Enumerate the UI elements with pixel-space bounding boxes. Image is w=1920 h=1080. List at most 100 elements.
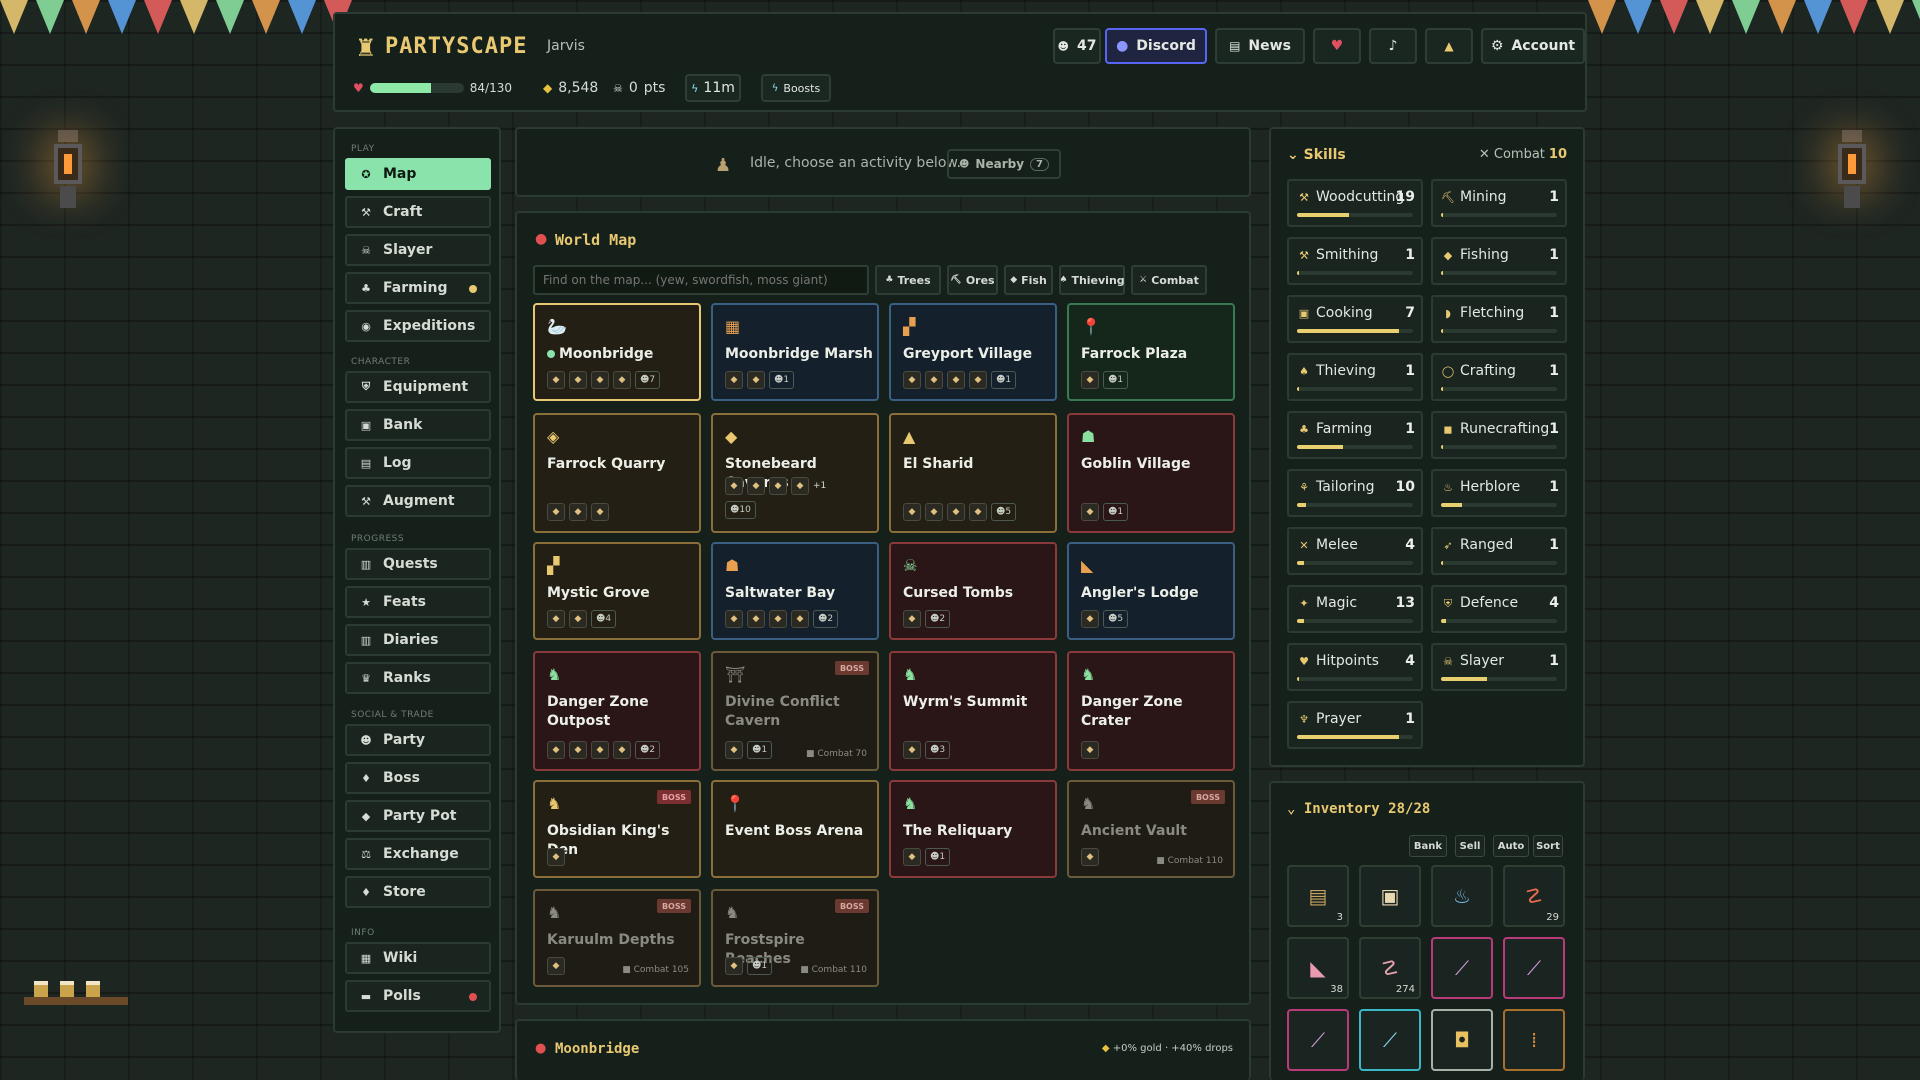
activity-tag-icon[interactable]: ◆ bbox=[547, 741, 565, 759]
skill-farming[interactable]: ♣ Farming 1 bbox=[1287, 411, 1423, 459]
activity-tag-icon[interactable]: ◆ bbox=[547, 610, 565, 628]
filter-thieving[interactable]: ♠ Thieving bbox=[1059, 265, 1125, 295]
activity-tag-icon[interactable]: ◆ bbox=[569, 503, 587, 521]
activity-tag-icon[interactable]: ◆ bbox=[769, 477, 787, 495]
nav-item-exchange[interactable]: ⚖ Exchange bbox=[345, 838, 491, 870]
skill-tailoring[interactable]: ⚘ Tailoring 10 bbox=[1287, 469, 1423, 517]
nav-item-equipment[interactable]: ⛨ Equipment bbox=[345, 371, 491, 403]
map-location-card[interactable]: ◣ Angler's Lodge ◆ ☻ 5 bbox=[1067, 542, 1235, 640]
favorite-button[interactable]: ♥ bbox=[1313, 28, 1361, 64]
activity-tag-icon[interactable]: ◆ bbox=[613, 741, 631, 759]
notifications-button[interactable]: ▲ bbox=[1425, 28, 1473, 64]
map-location-card[interactable]: ☗ Saltwater Bay ◆ ◆ ◆ ◆ ☻ 2 bbox=[711, 542, 879, 640]
filter-fish[interactable]: ◆ Fish bbox=[1004, 265, 1053, 295]
activity-tag-icon[interactable]: ◆ bbox=[925, 371, 943, 389]
skill-woodcutting[interactable]: ⚒ Woodcutting 19 bbox=[1287, 179, 1423, 227]
online-count-button[interactable]: ☻ 47 bbox=[1053, 28, 1101, 64]
news-button[interactable]: ▤ News bbox=[1215, 28, 1305, 64]
account-button[interactable]: ⚙ Account bbox=[1481, 28, 1585, 64]
inventory-header[interactable]: ⌄ Inventory 28/28 bbox=[1287, 801, 1430, 817]
activity-tag-icon[interactable]: ◆ bbox=[747, 610, 765, 628]
inventory-slot[interactable]: ♨ bbox=[1431, 865, 1493, 927]
map-location-card[interactable]: ♞ Danger Zone Crater ◆ bbox=[1067, 651, 1235, 771]
activity-tag-icon[interactable]: ◆ bbox=[725, 957, 743, 975]
map-location-card[interactable]: ▲ El Sharid ◆ ◆ ◆ ◆ ☻ 5 bbox=[889, 413, 1057, 533]
activity-tag-icon[interactable]: ◆ bbox=[747, 477, 765, 495]
skill-slayer[interactable]: ☠ Slayer 1 bbox=[1431, 643, 1567, 691]
activity-tag-icon[interactable]: ◆ bbox=[1081, 610, 1099, 628]
skill-defence[interactable]: ⛨ Defence 4 bbox=[1431, 585, 1567, 633]
activity-tag-icon[interactable]: ◆ bbox=[725, 371, 743, 389]
skill-fishing[interactable]: ◆ Fishing 1 bbox=[1431, 237, 1567, 285]
skill-hitpoints[interactable]: ♥ Hitpoints 4 bbox=[1287, 643, 1423, 691]
activity-tag-icon[interactable]: ◆ bbox=[791, 477, 809, 495]
activity-tag-icon[interactable]: ◆ bbox=[569, 371, 587, 389]
nav-item-feats[interactable]: ★ Feats bbox=[345, 586, 491, 618]
inventory-sell-button[interactable]: Sell bbox=[1455, 835, 1485, 857]
activity-tag-icon[interactable]: ◆ bbox=[903, 503, 921, 521]
activity-tag-icon[interactable]: ◆ bbox=[1081, 503, 1099, 521]
activity-tag-icon[interactable]: ◆ bbox=[725, 741, 743, 759]
activity-tag-icon[interactable]: ◆ bbox=[1081, 741, 1099, 759]
map-location-card[interactable]: ♞ The Reliquary ◆ ☻ 1 bbox=[889, 780, 1057, 878]
activity-tag-icon[interactable]: ◆ bbox=[547, 503, 565, 521]
activity-tag-icon[interactable]: ◆ bbox=[925, 503, 943, 521]
map-location-card[interactable]: ▞ Mystic Grove ◆ ◆ ☻ 4 bbox=[533, 542, 701, 640]
nav-item-quests[interactable]: ▥ Quests bbox=[345, 548, 491, 580]
inventory-slot[interactable]: ▣ bbox=[1359, 865, 1421, 927]
activity-tag-icon[interactable]: ◆ bbox=[547, 848, 565, 866]
map-location-card[interactable]: ◆Stonebeard Caverns◆◆◆◆+1☻ 10 bbox=[711, 413, 879, 533]
skill-mining[interactable]: ⛏ Mining 1 bbox=[1431, 179, 1567, 227]
music-button[interactable]: ♪ bbox=[1369, 28, 1417, 64]
filter-combat[interactable]: ⚔ Combat bbox=[1131, 265, 1207, 295]
inventory-sort-button[interactable]: Sort bbox=[1533, 835, 1563, 857]
activity-tag-icon[interactable]: ◆ bbox=[903, 848, 921, 866]
inventory-slot[interactable]: ⁞ bbox=[1503, 1009, 1565, 1071]
map-location-card[interactable]: ▦ Moonbridge Marsh ◆ ◆ ☻ 1 bbox=[711, 303, 879, 401]
activity-tag-icon[interactable]: ◆ bbox=[569, 610, 587, 628]
activity-tag-icon[interactable]: ◆ bbox=[613, 371, 631, 389]
skills-header[interactable]: ⌄ Skills bbox=[1287, 147, 1346, 163]
activity-tag-icon[interactable]: ◆ bbox=[947, 503, 965, 521]
boosts-button[interactable]: ϟ Boosts bbox=[761, 74, 831, 102]
filter-trees[interactable]: ♣ Trees bbox=[875, 265, 941, 295]
map-location-card[interactable]: ▞ Greyport Village ◆ ◆ ◆ ◆ ☻ 1 bbox=[889, 303, 1057, 401]
nav-item-diaries[interactable]: ▥ Diaries bbox=[345, 624, 491, 656]
nav-item-augment[interactable]: ⚒ Augment bbox=[345, 485, 491, 517]
game-logo[interactable]: PARTYSCAPE bbox=[385, 34, 527, 59]
nav-item-store[interactable]: ♦ Store bbox=[345, 876, 491, 908]
nav-item-expeditions[interactable]: ◉ Expeditions bbox=[345, 310, 491, 342]
nav-item-wiki[interactable]: ▦ Wiki bbox=[345, 942, 491, 974]
nav-item-craft[interactable]: ⚒ Craft bbox=[345, 196, 491, 228]
map-location-card[interactable]: 📍 Event Boss Arena bbox=[711, 780, 879, 878]
activity-tag-icon[interactable]: ◆ bbox=[547, 371, 565, 389]
activity-tag-icon[interactable]: ◆ bbox=[591, 503, 609, 521]
nav-item-polls[interactable]: ▬ Polls bbox=[345, 980, 491, 1012]
activity-tag-icon[interactable]: ◆ bbox=[903, 741, 921, 759]
activity-tag-icon[interactable]: ◆ bbox=[747, 371, 765, 389]
map-location-card[interactable]: 📍 Farrock Plaza ◆ ☻ 1 bbox=[1067, 303, 1235, 401]
inventory-bank-button[interactable]: Bank bbox=[1409, 835, 1447, 857]
nav-item-boss[interactable]: ♦ Boss bbox=[345, 762, 491, 794]
nav-item-log[interactable]: ▤ Log bbox=[345, 447, 491, 479]
nav-item-farming[interactable]: ♣ Farming bbox=[345, 272, 491, 304]
activity-tag-icon[interactable]: ◆ bbox=[725, 610, 743, 628]
nav-item-bank[interactable]: ▣ Bank bbox=[345, 409, 491, 441]
activity-tag-icon[interactable]: ◆ bbox=[969, 503, 987, 521]
map-location-card[interactable]: ⛩ Divine Conflict Cavern BOSS ◆ ☻ 1 ■ Combat … bbox=[711, 651, 879, 771]
skill-fletching[interactable]: ◗ Fletching 1 bbox=[1431, 295, 1567, 343]
map-location-card[interactable]: ♞ Obsidian King's Den BOSS ◆ bbox=[533, 780, 701, 878]
nav-item-map[interactable]: ✪ Map bbox=[345, 158, 491, 190]
map-location-card[interactable]: ♞ Wyrm's Summit ◆ ☻ 3 bbox=[889, 651, 1057, 771]
skill-cooking[interactable]: ▣ Cooking 7 bbox=[1287, 295, 1423, 343]
nav-item-party[interactable]: ☻ Party bbox=[345, 724, 491, 756]
nav-item-ranks[interactable]: ♛ Ranks bbox=[345, 662, 491, 694]
activity-tag-icon[interactable]: ◆ bbox=[547, 957, 565, 975]
discord-button[interactable]: ● Discord bbox=[1105, 28, 1207, 64]
activity-tag-icon[interactable]: ◆ bbox=[903, 610, 921, 628]
skill-melee[interactable]: ✕ Melee 4 bbox=[1287, 527, 1423, 575]
map-location-card[interactable]: ☗ Goblin Village ◆ ☻ 1 bbox=[1067, 413, 1235, 533]
inventory-slot[interactable]: ⟋ bbox=[1503, 937, 1565, 999]
map-location-card[interactable]: ☠ Cursed Tombs ◆ ☻ 2 bbox=[889, 542, 1057, 640]
activity-tag-icon[interactable]: ◆ bbox=[791, 610, 809, 628]
